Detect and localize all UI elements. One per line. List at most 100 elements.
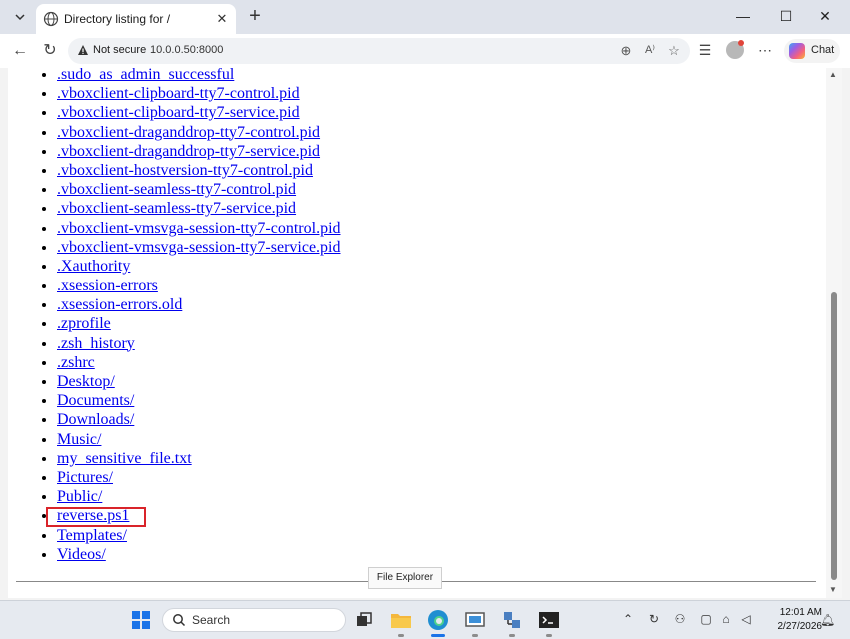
not-secure-label[interactable]: Not secure	[93, 44, 146, 56]
zoom-icon[interactable]: ⊕	[618, 43, 634, 59]
list-item: .zprofile	[57, 314, 341, 333]
new-tab-button[interactable]: +	[244, 5, 266, 27]
file-link[interactable]: .zprofile	[57, 315, 111, 332]
edge-browser-icon[interactable]	[426, 608, 450, 637]
tab-bar: Directory listing for / ✕ + — ☐ ✕	[0, 0, 850, 34]
file-link[interactable]: Videos/	[57, 546, 106, 563]
task-view-icon[interactable]	[352, 608, 376, 632]
list-item: .vboxclient-draganddrop-tty7-control.pid	[57, 123, 341, 142]
list-item: Music/	[57, 430, 341, 449]
file-link[interactable]: .vboxclient-clipboard-tty7-control.pid	[57, 85, 300, 102]
list-item: Public/	[57, 487, 341, 506]
list-item: .vboxclient-seamless-tty7-control.pid	[57, 180, 341, 199]
maximize-button[interactable]: ☐	[771, 5, 801, 27]
read-aloud-icon[interactable]: A⁾	[642, 43, 658, 56]
scroll-up-icon[interactable]: ▲	[829, 70, 837, 79]
list-item: .vboxclient-hostversion-tty7-control.pid	[57, 161, 341, 180]
list-item: .vboxclient-clipboard-tty7-control.pid	[57, 84, 341, 103]
list-item: .vboxclient-draganddrop-tty7-service.pid	[57, 142, 341, 161]
file-link[interactable]: Documents/	[57, 392, 134, 409]
search-icon	[173, 614, 186, 627]
chat-label: Chat	[811, 44, 835, 56]
refresh-icon[interactable]: ↻	[39, 41, 61, 61]
list-item: .vboxclient-seamless-tty7-service.pid	[57, 199, 341, 218]
more-options-icon[interactable]: ⋯	[756, 42, 774, 59]
list-item: Desktop/	[57, 372, 341, 391]
file-link[interactable]: .vboxclient-clipboard-tty7-service.pid	[57, 104, 300, 121]
vertical-scrollbar[interactable]: ▲ ▼	[826, 68, 842, 598]
file-explorer-icon[interactable]	[389, 608, 413, 637]
close-window-button[interactable]: ✕	[810, 5, 840, 27]
file-link[interactable]: .zsh_history	[57, 335, 135, 352]
tab-directory-listing[interactable]: Directory listing for / ✕	[36, 4, 236, 34]
network-app-icon[interactable]	[500, 608, 524, 637]
file-link[interactable]: Downloads/	[57, 411, 134, 428]
file-explorer-tooltip: File Explorer	[368, 567, 442, 589]
favorites-icon[interactable]: ☰	[696, 42, 714, 59]
url-text[interactable]: 10.0.0.50:8000	[150, 44, 223, 56]
file-link[interactable]: Pictures/	[57, 469, 113, 486]
browser-window: Directory listing for / ✕ + — ☐ ✕ ← ↻ No…	[0, 0, 850, 600]
terminal-icon[interactable]	[537, 608, 561, 637]
favorite-star-icon[interactable]: ☆	[666, 43, 682, 59]
running-indicator	[546, 634, 552, 637]
search-label: Search	[192, 613, 231, 627]
file-link[interactable]: .Xauthority	[57, 258, 130, 275]
active-indicator	[431, 634, 445, 637]
windows-start-icon[interactable]	[132, 611, 150, 629]
file-link[interactable]: .zshrc	[57, 354, 95, 371]
running-indicator	[509, 634, 515, 637]
copilot-chat-button[interactable]: Chat	[784, 39, 840, 63]
chevron-up-icon[interactable]: ⌃	[620, 612, 636, 626]
file-link[interactable]: .xsession-errors.old	[57, 296, 182, 313]
file-link[interactable]: .xsession-errors	[57, 277, 158, 294]
system-clock[interactable]: 12:01 AM 2/27/2026	[766, 606, 823, 634]
copilot-icon	[789, 43, 805, 59]
list-item: Videos/	[57, 545, 341, 564]
notification-bell-icon[interactable]: 🔔︎	[820, 613, 835, 627]
list-item: Downloads/	[57, 410, 341, 429]
volume-icon[interactable]: ◁	[738, 612, 754, 626]
network-icon[interactable]: ⌂	[718, 612, 734, 626]
file-link[interactable]: .sudo_as_admin_successful	[57, 68, 234, 83]
chat-bubble-icon[interactable]: ▢	[698, 612, 714, 626]
minimize-button[interactable]: —	[728, 5, 758, 27]
list-item: Templates/	[57, 526, 341, 545]
file-link[interactable]: .vboxclient-draganddrop-tty7-service.pid	[57, 143, 320, 160]
file-link[interactable]: .vboxclient-vmsvga-session-tty7-control.…	[57, 220, 341, 237]
running-indicator	[472, 634, 478, 637]
list-item: .xsession-errors	[57, 276, 341, 295]
file-link[interactable]: .vboxclient-draganddrop-tty7-control.pid	[57, 124, 320, 141]
file-link[interactable]: .vboxclient-hostversion-tty7-control.pid	[57, 162, 313, 179]
remote-desktop-icon[interactable]	[463, 608, 487, 637]
file-link[interactable]: Templates/	[57, 527, 127, 544]
clock-time: 12:01 AM	[779, 607, 822, 618]
page-content: .sudo_as_admin_successful .vboxclient-cli…	[8, 68, 826, 598]
sync-icon[interactable]: ↻	[646, 612, 662, 626]
scrollbar-thumb[interactable]	[831, 292, 837, 580]
file-link[interactable]: Public/	[57, 488, 102, 505]
list-item: .sudo_as_admin_successful	[57, 68, 341, 84]
list-item: my_sensitive_file.txt	[57, 449, 341, 468]
scroll-down-icon[interactable]: ▼	[829, 585, 837, 594]
list-item: .Xauthority	[57, 257, 341, 276]
file-link[interactable]: .vboxclient-seamless-tty7-control.pid	[57, 181, 296, 198]
directory-listing: .sudo_as_admin_successful .vboxclient-cli…	[8, 68, 341, 564]
close-tab-icon[interactable]: ✕	[214, 11, 230, 27]
file-link[interactable]: my_sensitive_file.txt	[57, 450, 192, 467]
list-item: .vboxclient-vmsvga-session-tty7-service.…	[57, 238, 341, 257]
file-link[interactable]: .vboxclient-seamless-tty7-service.pid	[57, 200, 296, 217]
file-link[interactable]: Music/	[57, 431, 101, 448]
file-link[interactable]: Desktop/	[57, 373, 115, 390]
tab-actions-menu-button[interactable]	[8, 6, 32, 28]
list-item: .zshrc	[57, 353, 341, 372]
list-item: Pictures/	[57, 468, 341, 487]
people-icon[interactable]: ⚇	[672, 612, 688, 626]
clock-date: 2/27/2026	[777, 621, 823, 632]
file-link[interactable]: .vboxclient-vmsvga-session-tty7-service.…	[57, 239, 341, 256]
back-arrow-icon[interactable]: ←	[9, 41, 31, 61]
list-item: Documents/	[57, 391, 341, 410]
address-bar[interactable]: Not secure 10.0.0.50:8000 ⊕ A⁾ ☆	[68, 38, 690, 64]
list-item: .vboxclient-clipboard-tty7-service.pid	[57, 103, 341, 122]
taskbar-search[interactable]: Search	[162, 608, 346, 632]
